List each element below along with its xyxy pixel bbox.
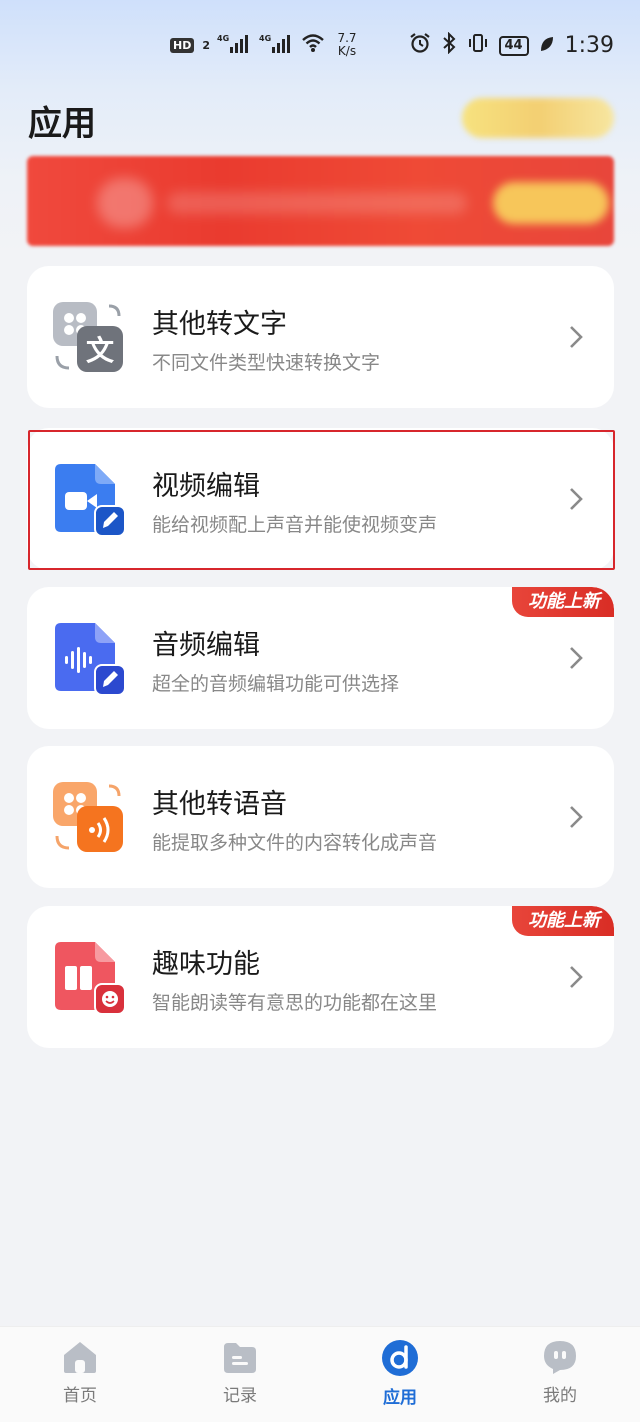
new-feature-badge: 功能上新 xyxy=(512,587,614,617)
card-video-edit[interactable]: 视频编辑 能给视频配上声音并能使视频变声 xyxy=(27,428,614,570)
tab-profile[interactable]: 我的 xyxy=(505,1339,615,1419)
card-title: 趣味功能 xyxy=(152,949,260,980)
folder-icon xyxy=(224,1343,256,1373)
tab-home[interactable]: 首页 xyxy=(25,1339,135,1419)
promo-banner[interactable] xyxy=(27,156,614,246)
hd-badge: HD xyxy=(170,37,195,53)
card-other-to-speech[interactable]: 其他转语音 能提取多种文件的内容转化成声音 xyxy=(27,746,614,888)
card-subtitle: 超全的音频编辑功能可供选择 xyxy=(152,673,400,695)
tab-label: 首页 xyxy=(63,1386,97,1406)
new-feature-badge: 功能上新 xyxy=(512,906,614,936)
bottom-tab-bar: 首页 记录 应用 我的 xyxy=(0,1326,640,1422)
leaf-icon xyxy=(539,34,555,58)
apps-icon xyxy=(382,1340,418,1376)
card-subtitle: 智能朗读等有意思的功能都在这里 xyxy=(152,992,438,1014)
chevron-right-icon xyxy=(570,326,583,348)
chevron-right-icon xyxy=(570,806,583,828)
card-title: 其他转语音 xyxy=(152,789,287,820)
chevron-right-icon xyxy=(570,488,583,510)
speed-value: 7.7 xyxy=(337,31,357,45)
card-other-to-text[interactable]: 文 其他转文字 不同文件类型快速转换文字 xyxy=(27,266,614,408)
signal-icon-1: 4G xyxy=(217,33,251,57)
card-fun-features[interactable]: 功能上新 趣味功能 智能朗读等有意思的功能都在这里 xyxy=(27,906,614,1048)
wifi-icon xyxy=(301,33,325,57)
banner-graphic xyxy=(97,178,153,228)
page-title: 应用 xyxy=(28,104,96,144)
vip-badge-blurred[interactable] xyxy=(462,98,614,138)
banner-button-blurred[interactable] xyxy=(493,182,609,224)
network-speed: 7.7 K/s xyxy=(333,32,361,58)
fun-feature-icon xyxy=(51,940,127,1016)
speech-convert-icon xyxy=(51,780,127,856)
tab-label: 记录 xyxy=(223,1386,257,1406)
text-convert-icon: 文 xyxy=(51,300,127,376)
audio-edit-icon xyxy=(51,621,127,697)
battery-indicator: 44 xyxy=(498,35,529,56)
card-subtitle: 能给视频配上声音并能使视频变声 xyxy=(152,514,438,536)
tab-label: 我的 xyxy=(543,1386,577,1406)
svg-text:4G: 4G xyxy=(259,34,271,43)
profile-icon xyxy=(544,1341,576,1374)
card-subtitle: 不同文件类型快速转换文字 xyxy=(152,352,381,374)
tab-apps[interactable]: 应用 xyxy=(345,1339,455,1419)
speed-unit: K/s xyxy=(337,44,357,58)
chevron-right-icon xyxy=(570,647,583,669)
clock-time: 1:39 xyxy=(564,33,614,58)
alarm-icon xyxy=(409,32,431,59)
banner-text-blurred xyxy=(167,192,467,214)
chevron-right-icon xyxy=(570,966,583,988)
home-icon xyxy=(64,1342,96,1373)
card-title: 视频编辑 xyxy=(152,471,260,502)
tab-label: 应用 xyxy=(383,1388,417,1408)
tab-records[interactable]: 记录 xyxy=(185,1339,295,1419)
sim-indicator: 2 xyxy=(202,38,210,52)
card-subtitle: 能提取多种文件的内容转化成声音 xyxy=(152,832,438,854)
bluetooth-icon xyxy=(441,31,457,59)
status-bar: HD 2 4G 4G 7.7 K/s 44 1:39 xyxy=(0,0,640,96)
vibrate-icon xyxy=(467,32,489,59)
card-audio-edit[interactable]: 功能上新 音频编辑 超全的音频编辑功能可供选择 xyxy=(27,587,614,729)
status-left: HD 2 4G 4G 7.7 K/s xyxy=(170,32,361,58)
svg-text:4G: 4G xyxy=(217,34,229,43)
video-edit-icon xyxy=(51,462,127,538)
signal-icon-2: 4G xyxy=(259,33,293,57)
svg-text:文: 文 xyxy=(86,334,114,367)
status-right: 44 1:39 xyxy=(409,31,614,59)
card-title: 音频编辑 xyxy=(152,630,260,661)
card-title: 其他转文字 xyxy=(152,309,287,340)
